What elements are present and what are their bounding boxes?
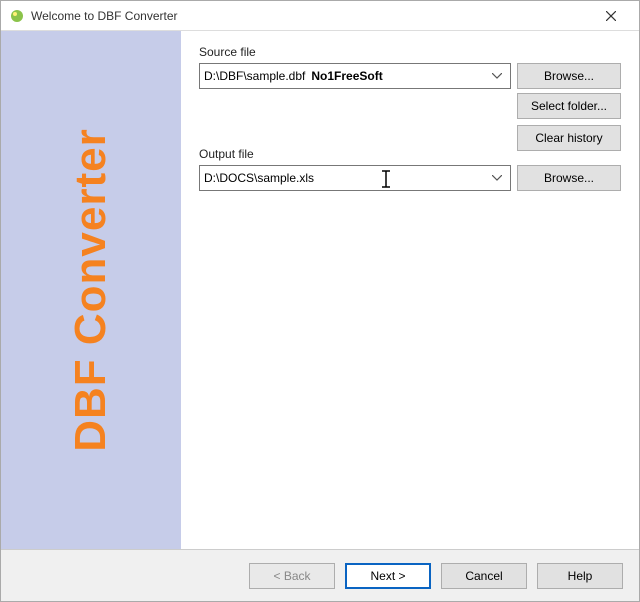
source-browse-button[interactable]: Browse... (517, 63, 621, 89)
source-file-group: Source file D:\DBF\sample.dbfNo1FreeSoft… (199, 45, 621, 151)
output-file-combo[interactable]: D:\DOCS\sample.xls (199, 165, 511, 191)
output-file-value: D:\DOCS\sample.xls (204, 171, 488, 185)
wizard-sidebar: DBF Converter (1, 31, 181, 549)
chevron-down-icon[interactable] (488, 173, 506, 184)
source-file-label: Source file (199, 45, 621, 59)
help-button[interactable]: Help (537, 563, 623, 589)
wizard-window: Welcome to DBF Converter DBF Converter S… (0, 0, 640, 602)
cancel-button[interactable]: Cancel (441, 563, 527, 589)
output-browse-button[interactable]: Browse... (517, 165, 621, 191)
app-icon (9, 8, 25, 24)
clear-history-button[interactable]: Clear history (517, 125, 621, 151)
source-file-value: D:\DBF\sample.dbfNo1FreeSoft (204, 69, 488, 83)
back-button: < Back (249, 563, 335, 589)
sidebar-brand-text: DBF Converter (66, 128, 116, 452)
source-file-combo[interactable]: D:\DBF\sample.dbfNo1FreeSoft (199, 63, 511, 89)
main-panel: Source file D:\DBF\sample.dbfNo1FreeSoft… (181, 31, 639, 549)
wizard-footer: < Back Next > Cancel Help (1, 549, 639, 601)
window-title: Welcome to DBF Converter (31, 9, 591, 23)
watermark-text: No1FreeSoft (311, 69, 382, 83)
content-area: DBF Converter Source file D:\DBF\sample.… (1, 31, 639, 549)
select-folder-button[interactable]: Select folder... (517, 93, 621, 119)
close-button[interactable] (591, 2, 631, 30)
next-button[interactable]: Next > (345, 563, 431, 589)
chevron-down-icon[interactable] (488, 71, 506, 82)
output-file-group: Output file D:\DOCS\sample.xls (199, 147, 621, 191)
titlebar: Welcome to DBF Converter (1, 1, 639, 31)
